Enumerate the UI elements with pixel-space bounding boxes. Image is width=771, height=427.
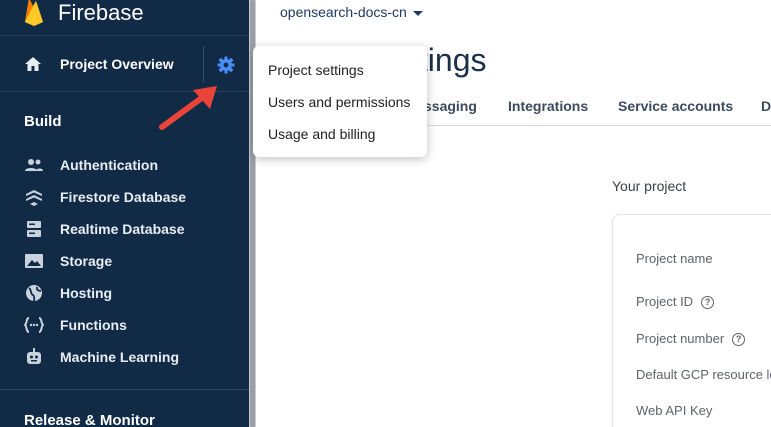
sidebar-item-label: Storage <box>60 253 113 269</box>
sidebar-item-machine-learning[interactable]: Machine Learning <box>0 341 249 373</box>
tab-data-privacy[interactable]: D <box>761 98 771 114</box>
sidebar-item-label: Realtime Database <box>60 221 185 237</box>
project-name: opensearch-docs-cn <box>280 4 407 20</box>
field-label: Project number <box>636 331 725 346</box>
sidebar-item-label: Functions <box>60 317 127 333</box>
sidebar-item-realtime-database[interactable]: Realtime Database <box>0 213 249 245</box>
menu-item-usage-billing[interactable]: Usage and billing <box>268 126 375 142</box>
field-label: Project ID <box>636 294 694 309</box>
globe-icon <box>26 285 42 302</box>
field-label: Project name <box>636 251 713 266</box>
gear-icon[interactable] <box>216 55 236 75</box>
caret-down-icon <box>412 10 423 16</box>
field-project-number: Project number? <box>636 331 746 347</box>
help-icon[interactable]: ? <box>732 333 746 347</box>
section-release-monitor: Release & Monitor <box>24 412 155 427</box>
sidebar: Firebase Project Overview Build Authenti… <box>0 0 249 427</box>
menu-item-project-settings[interactable]: Project settings <box>268 62 364 78</box>
app-name: Firebase <box>58 0 144 25</box>
sidebar-item-storage[interactable]: Storage <box>0 245 249 277</box>
database-icon <box>27 221 41 237</box>
image-icon <box>25 254 43 268</box>
annotation-arrow-icon <box>159 86 217 130</box>
divider <box>203 46 204 82</box>
robot-icon <box>27 348 41 364</box>
settings-menu: Project settings Users and permissions U… <box>253 46 427 157</box>
project-overview-link[interactable]: Project Overview <box>60 56 174 72</box>
field-gcp-location: Default GCP resource lo <box>636 367 771 382</box>
field-label: Web API Key <box>636 403 713 418</box>
sidebar-item-hosting[interactable]: Hosting <box>0 277 249 309</box>
menu-item-users-permissions[interactable]: Users and permissions <box>268 94 410 110</box>
people-icon <box>25 159 43 171</box>
tab-cloud-messaging[interactable]: ssaging <box>424 98 477 114</box>
sidebar-item-functions[interactable]: Functions <box>0 309 249 341</box>
sidebar-item-label: Machine Learning <box>60 349 180 365</box>
help-icon[interactable]: ? <box>701 296 715 310</box>
tab-integrations[interactable]: Integrations <box>508 98 588 114</box>
brand[interactable]: Firebase <box>0 0 249 34</box>
project-selector[interactable]: opensearch-docs-cn <box>280 4 423 20</box>
firestore-icon <box>26 190 42 206</box>
divider <box>0 389 249 390</box>
sidebar-item-label: Authentication <box>60 157 158 173</box>
field-project-id: Project ID? <box>636 294 715 310</box>
firebase-logo-icon <box>25 0 43 26</box>
field-web-api-key: Web API Key <box>636 403 712 418</box>
tab-service-accounts[interactable]: Service accounts <box>618 98 733 114</box>
home-icon <box>25 57 41 71</box>
sidebar-item-label: Hosting <box>60 285 113 301</box>
section-your-project: Your project <box>612 178 687 194</box>
field-label: Default GCP resource lo <box>636 367 771 382</box>
functions-icon <box>24 317 44 333</box>
field-project-name: Project name <box>636 251 713 266</box>
sidebar-item-authentication[interactable]: Authentication <box>0 149 249 181</box>
section-build: Build <box>24 113 62 130</box>
sidebar-item-firestore[interactable]: Firestore Database <box>0 181 249 213</box>
project-card <box>612 214 771 427</box>
sidebar-item-label: Firestore Database <box>60 189 187 205</box>
